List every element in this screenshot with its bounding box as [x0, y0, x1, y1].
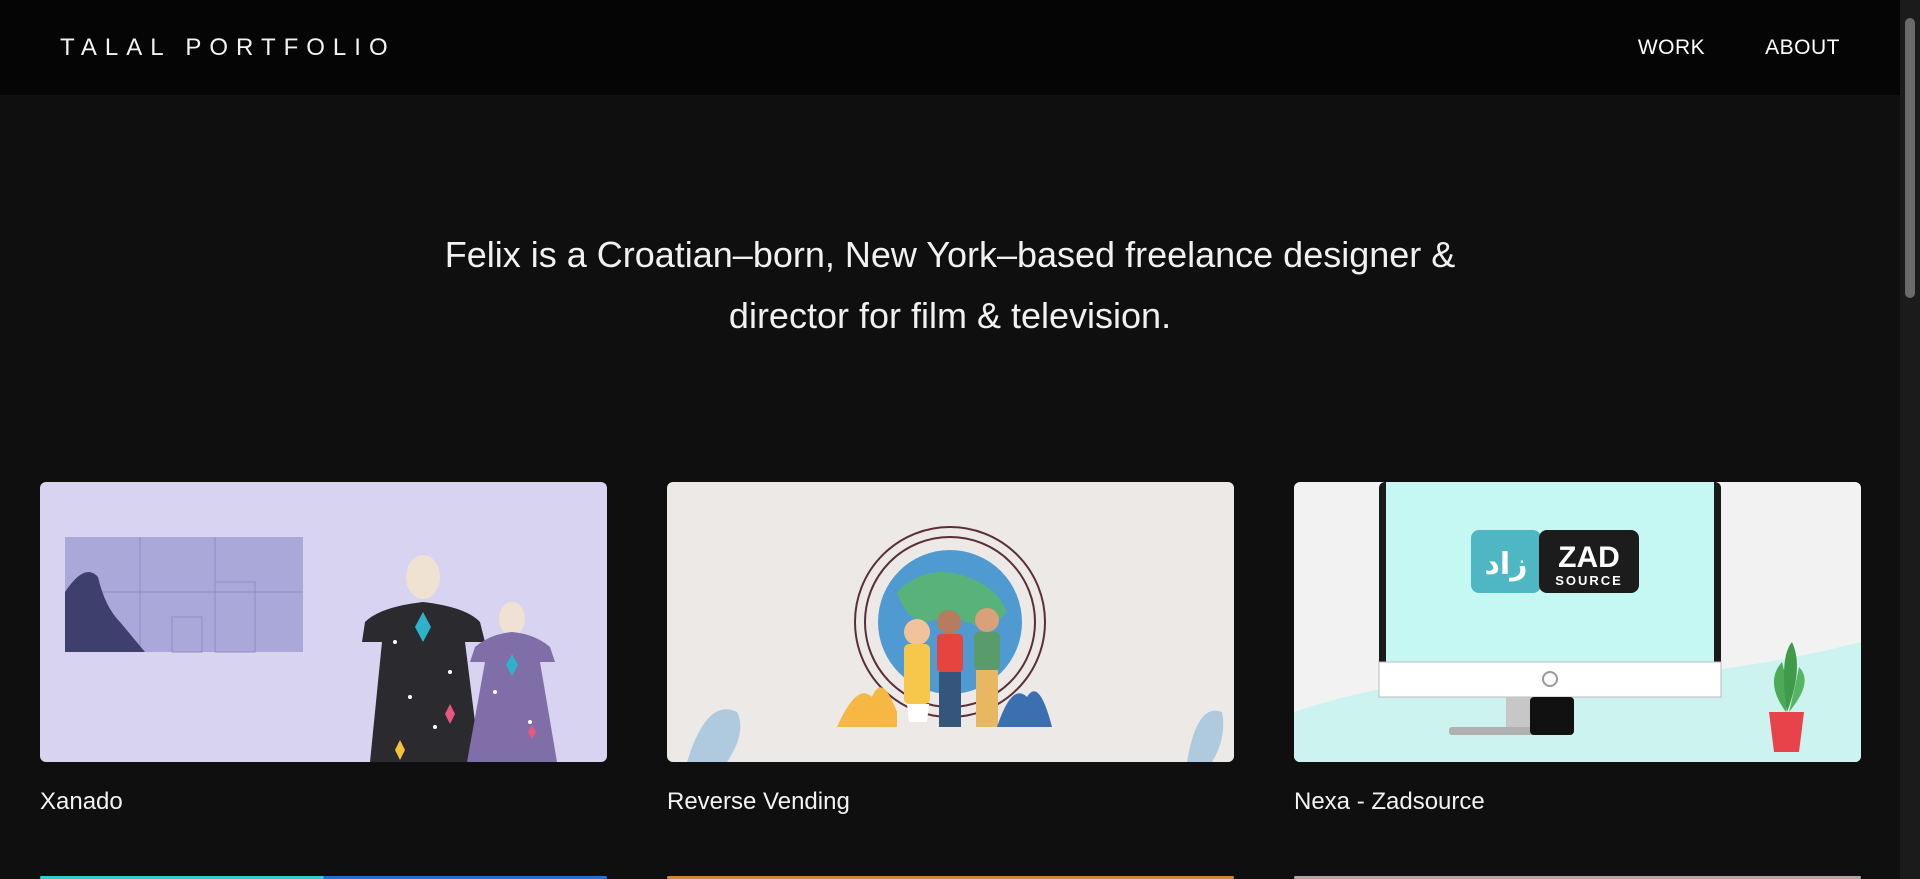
- project-thumbnail-nexa-zadsource[interactable]: زاد ZAD SOURCE: [1294, 482, 1861, 762]
- project-grid: Xanado Reverse Vending زاد ZAD SOURCE Ne…: [40, 482, 1862, 816]
- main-nav: WORK ABOUT: [1638, 36, 1840, 60]
- project-title-reverse-vending[interactable]: Reverse Vending: [667, 788, 1234, 816]
- project-title-xanado[interactable]: Xanado: [40, 788, 607, 816]
- zadsource-arabic-logo: زاد: [1485, 547, 1528, 582]
- scrollbar-thumb[interactable]: [1905, 18, 1915, 298]
- hero-tagline: Felix is a Croatian–born, New York–based…: [444, 234, 1456, 336]
- zadsource-logo-sub: SOURCE: [1555, 573, 1623, 588]
- nav-link-about[interactable]: ABOUT: [1765, 36, 1840, 60]
- hero-section: Felix is a Croatian–born, New York–based…: [0, 95, 1900, 475]
- project-card-nexa-zadsource[interactable]: زاد ZAD SOURCE Nexa - Zadsource: [1294, 482, 1861, 816]
- nexa-zadsource-illustration: زاد ZAD SOURCE: [1294, 482, 1861, 762]
- page-scrollbar[interactable]: [1900, 0, 1920, 879]
- xanado-illustration: [40, 482, 607, 762]
- zadsource-logo-word: ZAD: [1558, 541, 1620, 574]
- reverse-vending-illustration: [667, 482, 1234, 762]
- project-title-nexa-zadsource[interactable]: Nexa - Zadsource: [1294, 788, 1861, 816]
- portfolio-page: TALAL PORTFOLIO WORK ABOUT Felix is a Cr…: [0, 0, 1920, 879]
- project-card-reverse-vending[interactable]: Reverse Vending: [667, 482, 1234, 816]
- project-thumbnail-reverse-vending[interactable]: [667, 482, 1234, 762]
- project-card-xanado[interactable]: Xanado: [40, 482, 607, 816]
- brand-logo-text[interactable]: TALAL PORTFOLIO: [60, 34, 396, 62]
- project-thumbnail-xanado[interactable]: [40, 482, 607, 762]
- nav-link-work[interactable]: WORK: [1638, 36, 1705, 60]
- top-navigation-bar: TALAL PORTFOLIO WORK ABOUT: [0, 0, 1900, 95]
